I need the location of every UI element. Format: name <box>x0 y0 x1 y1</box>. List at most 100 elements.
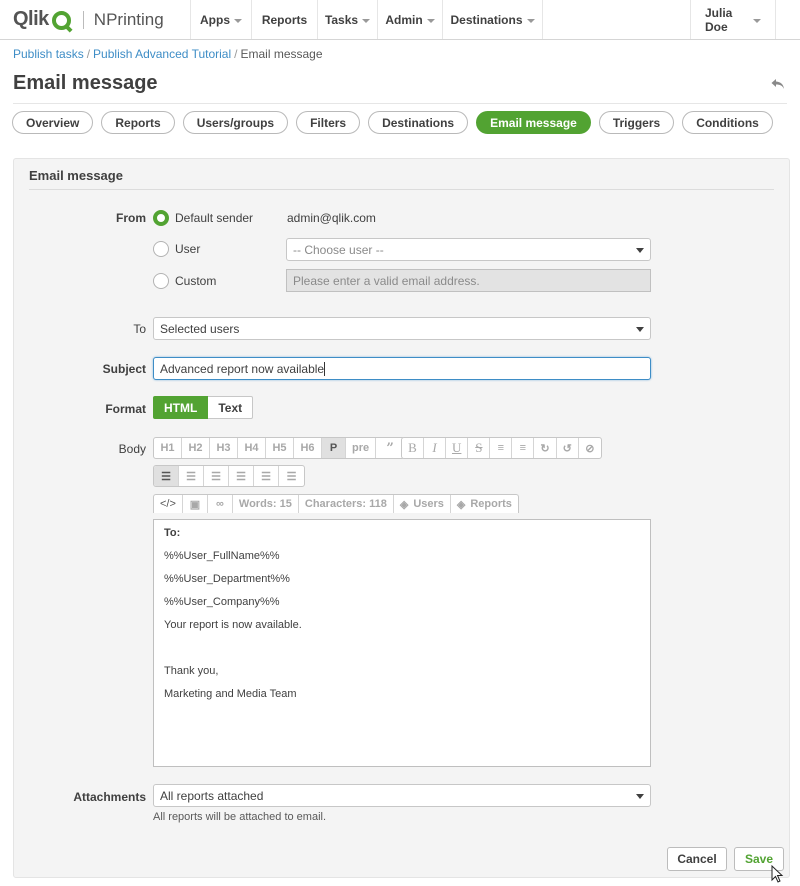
to-select[interactable]: Selected users <box>153 317 651 340</box>
tab-overview[interactable]: Overview <box>12 111 94 134</box>
bullet-list-icon: ≡ <box>497 442 505 454</box>
custom-option-label: Custom <box>175 274 217 288</box>
insert-image-button[interactable]: ▣ <box>183 495 208 513</box>
bold-button[interactable]: B <box>402 438 424 458</box>
nav-spacer <box>543 0 691 39</box>
tab-filters[interactable]: Filters <box>296 111 361 134</box>
italic-button[interactable]: I <box>424 438 446 458</box>
pre-button[interactable]: pre <box>346 438 377 458</box>
body-line: Marketing and Media Team <box>164 688 297 700</box>
tag-icon: ◈ <box>456 498 466 511</box>
radio-custom[interactable] <box>153 273 169 289</box>
image-icon: ▣ <box>189 498 201 511</box>
align-left-button[interactable]: ☰ <box>154 466 179 486</box>
insert-toolbar: </> ▣ ∞ Words: 15 Characters: 118 ◈ Users… <box>153 494 519 513</box>
undo-button[interactable]: ↺ <box>557 438 579 458</box>
panel-title: Email message <box>29 168 123 183</box>
body-line: Thank you, <box>164 665 219 677</box>
tab-email-message[interactable]: Email message <box>476 111 591 134</box>
underline-button[interactable]: U <box>446 438 469 458</box>
style-toolbar: B I U S ≡ ≡ ↻ ↺ ⊘ <box>401 437 602 459</box>
h1-button[interactable]: H1 <box>154 438 182 458</box>
strikethrough-button[interactable]: S <box>468 438 491 458</box>
paragraph-button[interactable]: P <box>322 438 346 458</box>
chevron-down-icon <box>362 18 371 23</box>
breadcrumb-current: Email message <box>240 47 323 61</box>
attachments-value: All reports attached <box>160 788 264 803</box>
back-arrow-icon[interactable] <box>770 76 786 92</box>
tab-triggers[interactable]: Triggers <box>598 111 675 134</box>
code-icon: </> <box>160 498 176 510</box>
title-divider <box>13 103 787 104</box>
h5-button[interactable]: H5 <box>266 438 294 458</box>
tab-destinations[interactable]: Destinations <box>368 111 469 134</box>
nav-tasks[interactable]: Tasks <box>318 0 378 39</box>
default-sender-label: Default sender <box>175 211 254 225</box>
breadcrumb: Publish tasks / Publish Advanced Tutorial /… <box>13 47 323 61</box>
user-menu[interactable]: Julia Doe <box>691 0 776 39</box>
format-html-button[interactable]: HTML <box>153 396 209 419</box>
format-text-button[interactable]: Text <box>208 396 254 419</box>
tab-conditions[interactable]: Conditions <box>682 111 773 134</box>
radio-default-sender[interactable] <box>153 210 169 226</box>
nav-reports[interactable]: Reports <box>252 0 318 39</box>
from-label: From <box>116 211 146 225</box>
nav-destinations[interactable]: Destinations <box>443 0 543 39</box>
insert-link-button[interactable]: ∞ <box>208 495 233 513</box>
body-editor[interactable]: To: %%User_FullName%% %%User_Department%… <box>153 519 651 767</box>
insert-reports-tag-button[interactable]: ◈ Reports <box>451 495 518 513</box>
h3-button[interactable]: H3 <box>210 438 238 458</box>
h6-button[interactable]: H6 <box>294 438 322 458</box>
attachments-select[interactable]: All reports attached <box>153 784 651 807</box>
breadcrumb-publish-tasks[interactable]: Publish tasks <box>13 47 84 61</box>
cancel-button[interactable]: Cancel <box>667 847 727 871</box>
brand-divider <box>82 10 84 29</box>
insert-users-tag-button[interactable]: ◈ Users <box>394 495 451 513</box>
h4-button[interactable]: H4 <box>238 438 266 458</box>
subject-input[interactable]: Advanced report now available <box>153 357 651 380</box>
quote-button[interactable]: ” <box>376 438 404 458</box>
h2-button[interactable]: H2 <box>182 438 210 458</box>
chevron-down-icon <box>426 18 435 23</box>
body-line: To: <box>164 527 181 539</box>
align-justify-button[interactable]: ☰ <box>229 466 254 486</box>
undo-icon: ↺ <box>562 442 572 455</box>
align-center-button[interactable]: ☰ <box>179 466 204 486</box>
nav-reports-label: Reports <box>261 12 308 27</box>
numbered-list-icon: ≡ <box>519 442 527 454</box>
subject-value: Advanced report now available <box>160 361 325 376</box>
body-label: Body <box>118 442 146 456</box>
outdent-button[interactable]: ☰ <box>279 466 304 486</box>
radio-user[interactable] <box>153 241 169 257</box>
alignment-toolbar: ☰ ☰ ☰ ☰ ☰ ☰ <box>153 465 305 487</box>
choose-user-placeholder: -- Choose user -- <box>293 242 384 257</box>
brand-logo[interactable]: Qlik NPrinting <box>0 0 191 39</box>
dropdown-caret-icon <box>636 327 644 332</box>
clear-format-button[interactable]: ⊘ <box>579 438 601 458</box>
indent-button[interactable]: ☰ <box>254 466 279 486</box>
to-select-value: Selected users <box>160 321 240 336</box>
align-left-icon: ☰ <box>161 470 171 483</box>
numbered-list-button[interactable]: ≡ <box>512 438 535 458</box>
align-right-icon: ☰ <box>211 470 221 483</box>
align-justify-icon: ☰ <box>236 470 246 483</box>
clear-format-icon: ⊘ <box>585 442 595 455</box>
custom-email-input[interactable]: Please enter a valid email address. <box>286 269 651 292</box>
subject-label: Subject <box>102 362 146 376</box>
align-right-button[interactable]: ☰ <box>204 466 229 486</box>
nav-apps[interactable]: Apps <box>191 0 252 39</box>
nav-admin[interactable]: Admin <box>378 0 443 39</box>
breadcrumb-publish-advanced-tutorial[interactable]: Publish Advanced Tutorial <box>93 47 231 61</box>
redo-button[interactable]: ↻ <box>534 438 557 458</box>
bullet-list-button[interactable]: ≡ <box>490 438 513 458</box>
align-center-icon: ☰ <box>186 470 196 483</box>
choose-user-select[interactable]: -- Choose user -- <box>286 238 651 261</box>
nav-destinations-label: Destinations <box>450 12 523 27</box>
mouse-pointer-icon <box>771 865 785 885</box>
tab-users-groups[interactable]: Users/groups <box>182 111 289 134</box>
chevron-down-icon <box>234 18 242 23</box>
html-source-button[interactable]: </> <box>154 495 183 513</box>
tab-reports[interactable]: Reports <box>101 111 175 134</box>
attachments-help: All reports will be attached to email. <box>153 811 327 823</box>
body-line: %%User_Department%% <box>164 573 290 585</box>
